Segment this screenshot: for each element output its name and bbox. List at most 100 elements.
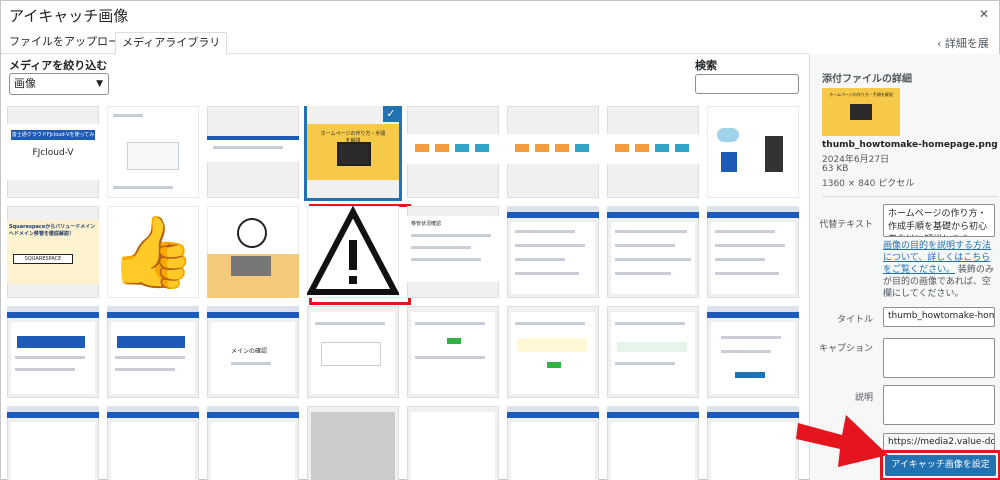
media-thumbnail[interactable] bbox=[307, 306, 399, 398]
screenshot-bar bbox=[7, 412, 99, 418]
media-thumbnail[interactable] bbox=[307, 406, 399, 480]
alt-text-help: 画像の目的を説明する方法について、詳しくはこちらをご覧ください。 装飾のみが目的… bbox=[883, 240, 995, 300]
media-thumbnail[interactable]: Squarespaceからバリュードメインへドメイン移管を徹底解説！ SQUAR… bbox=[7, 206, 99, 298]
flow-diagram-thumbnail bbox=[407, 134, 499, 164]
search-input[interactable] bbox=[695, 74, 799, 94]
check-icon[interactable]: ✓ bbox=[383, 106, 399, 122]
caption-field[interactable] bbox=[883, 338, 995, 378]
media-thumbnail[interactable] bbox=[507, 306, 599, 398]
screenshot-line bbox=[615, 322, 685, 325]
media-thumbnail[interactable] bbox=[7, 306, 99, 398]
media-thumbnail[interactable]: 👍 bbox=[107, 206, 199, 298]
chevron-left-icon: ‹ bbox=[937, 37, 945, 50]
attachment-details-heading: 添付ファイルの詳細 bbox=[822, 74, 912, 85]
media-modal: アイキャッチ画像 ✕ ファイルをアップロード メディアライブラリ ‹ 詳細を展開… bbox=[0, 0, 1000, 480]
media-thumbnail[interactable] bbox=[207, 206, 299, 298]
modal-title: アイキャッチ画像 bbox=[9, 7, 129, 25]
media-thumbnail[interactable] bbox=[707, 306, 799, 398]
description-label: 説明 bbox=[854, 393, 873, 403]
tab-media-library[interactable]: メディアライブラリ bbox=[115, 32, 228, 55]
laptop-icon bbox=[231, 256, 271, 276]
media-thumbnail[interactable] bbox=[707, 106, 799, 198]
screenshot-line bbox=[715, 258, 765, 261]
screenshot-line bbox=[715, 272, 779, 275]
media-thumbnail[interactable] bbox=[507, 106, 599, 198]
screenshot-body bbox=[711, 322, 795, 394]
screenshot-line bbox=[213, 146, 283, 149]
screenshot-line bbox=[415, 356, 485, 359]
description-field[interactable] bbox=[883, 385, 995, 425]
tab-bar: ファイルをアップロード メディアライブラリ bbox=[1, 32, 809, 55]
media-thumbnail[interactable] bbox=[107, 106, 199, 198]
media-thumbnail[interactable] bbox=[7, 406, 99, 480]
screenshot-bar bbox=[707, 312, 799, 318]
screenshot-bar bbox=[207, 136, 299, 140]
screenshot-line bbox=[113, 186, 173, 189]
screenshot-line bbox=[315, 322, 385, 325]
screenshot-line bbox=[615, 272, 671, 275]
screenshot-line bbox=[115, 368, 175, 371]
media-thumbnail[interactable]: メインの確認 bbox=[207, 306, 299, 398]
chevron-down-icon: ▼ bbox=[96, 79, 103, 89]
monitor-icon bbox=[850, 104, 872, 120]
media-thumbnail[interactable] bbox=[207, 406, 299, 480]
fjcloud-title: FJcloud-V bbox=[32, 148, 74, 158]
media-thumbnail[interactable] bbox=[607, 206, 699, 298]
media-thumbnail[interactable] bbox=[407, 406, 499, 480]
alt-text-field[interactable]: ホームページの作り方・作成手順を基礎から初心者向けに解説します bbox=[883, 204, 995, 237]
media-thumbnail[interactable] bbox=[607, 306, 699, 398]
thumbs-up-icon: 👍 bbox=[109, 211, 197, 293]
screenshot-body bbox=[611, 422, 695, 480]
media-type-select[interactable]: 画像 ▼ bbox=[9, 73, 109, 95]
person-icon bbox=[237, 218, 267, 248]
media-thumbnail[interactable] bbox=[107, 306, 199, 398]
squarespace-logo: SQUARESPACE bbox=[13, 254, 73, 264]
squarespace-thumbnail: Squarespaceからバリュードメインへドメイン移管を徹底解説！ SQUAR… bbox=[7, 220, 99, 284]
screenshot-bar bbox=[707, 212, 799, 218]
media-thumbnail[interactable] bbox=[407, 106, 499, 198]
media-thumbnail[interactable] bbox=[307, 206, 399, 298]
server-icon bbox=[765, 136, 783, 172]
media-thumbnail[interactable] bbox=[407, 306, 499, 398]
media-thumbnail[interactable] bbox=[507, 206, 599, 298]
button-highlight-frame: アイキャッチ画像を設定 bbox=[880, 450, 1000, 480]
fjcloud-thumbnail: 富士通クラウドFJcloud-Vを使ってみた FJcloud-V bbox=[7, 124, 99, 180]
monitor-icon bbox=[337, 142, 371, 166]
screenshot-bar bbox=[207, 312, 299, 318]
title-field[interactable]: thumb_howtomake-homepage bbox=[883, 307, 995, 327]
screenshot-line bbox=[715, 230, 775, 233]
media-thumbnail[interactable] bbox=[207, 106, 299, 198]
screenshot-line bbox=[515, 230, 575, 233]
flow-box bbox=[675, 144, 689, 152]
media-thumbnail-selected[interactable]: ホームページの作り方・手順を解説 ✓ bbox=[307, 106, 399, 198]
screenshot-line bbox=[721, 336, 781, 339]
screenshot-line bbox=[411, 246, 471, 249]
flow-box bbox=[535, 144, 549, 152]
screenshot-bar bbox=[7, 312, 99, 318]
media-thumbnail[interactable] bbox=[507, 406, 599, 480]
screenshot-line bbox=[615, 230, 687, 233]
media-thumbnail[interactable] bbox=[607, 406, 699, 480]
screenshot-bar bbox=[207, 412, 299, 418]
media-thumbnail[interactable]: 富士通クラウドFJcloud-Vを使ってみた FJcloud-V bbox=[7, 106, 99, 198]
media-thumbnail[interactable]: 移管状況確認 bbox=[407, 206, 499, 298]
screenshot-body bbox=[511, 422, 595, 480]
media-grid: 富士通クラウドFJcloud-Vを使ってみた FJcloud-V ホームページの… bbox=[7, 106, 801, 480]
dialog-thumbnail bbox=[127, 142, 179, 170]
close-icon[interactable]: ✕ bbox=[977, 7, 991, 21]
pc-icon bbox=[721, 152, 737, 172]
media-thumbnail[interactable] bbox=[607, 106, 699, 198]
screenshot-line bbox=[515, 272, 579, 275]
media-thumbnail[interactable] bbox=[707, 406, 799, 480]
fjcloud-caption: 富士通クラウドFJcloud-Vを使ってみた bbox=[11, 130, 95, 148]
screenshot-bar bbox=[507, 212, 599, 218]
set-featured-image-button[interactable]: アイキャッチ画像を設定 bbox=[885, 455, 996, 476]
media-thumbnail[interactable] bbox=[107, 406, 199, 480]
form-box bbox=[321, 342, 381, 366]
divider bbox=[822, 196, 998, 197]
green-button bbox=[447, 338, 461, 344]
media-thumbnail[interactable] bbox=[707, 206, 799, 298]
red-arrow-annotation bbox=[796, 415, 888, 467]
screenshot-line bbox=[15, 356, 85, 359]
file-url-field[interactable]: https://media2.value-domain.com/ bbox=[883, 433, 995, 451]
